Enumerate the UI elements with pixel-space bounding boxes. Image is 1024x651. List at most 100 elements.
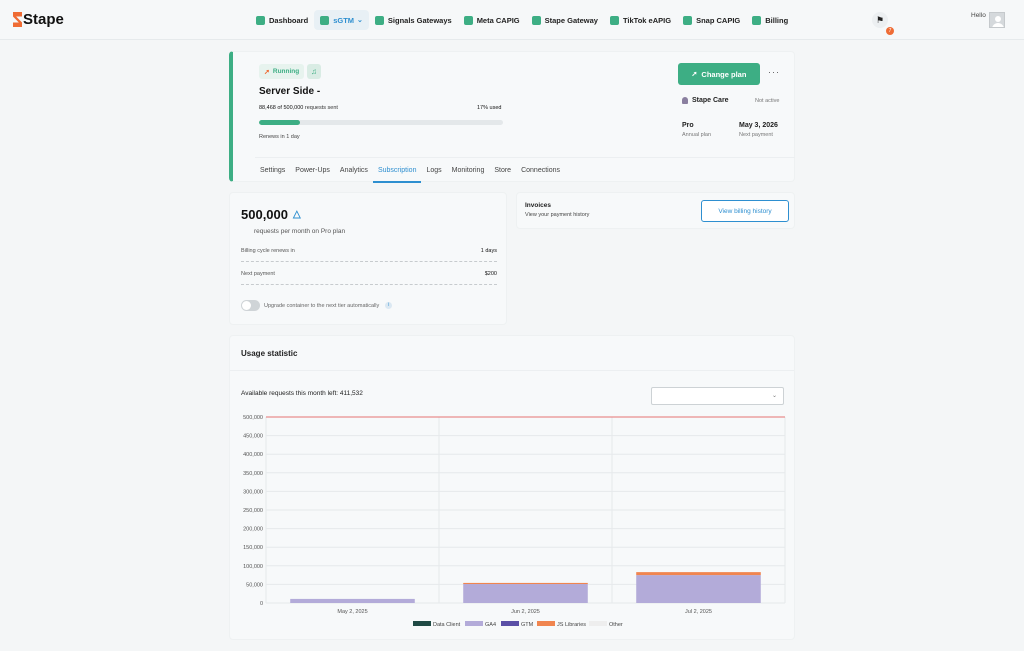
billing-cycle-row: Billing cycle renews in 1 days [241, 248, 497, 262]
y-tick-label: 250,000 [243, 508, 263, 514]
nav-item-signals-gateways[interactable]: Signals Gateways [369, 10, 458, 30]
tab-connections[interactable]: Connections [516, 158, 565, 183]
plan-period: Annual plan [682, 132, 712, 138]
nav-item-snap-capig[interactable]: Snap CAPIG [677, 10, 746, 30]
usage-statistic-card: Usage statistic Available requests this … [229, 335, 795, 640]
snap-icon [683, 15, 693, 25]
tab-store[interactable]: Store [489, 158, 516, 183]
usage-chart: 0 50,000 100,000 150,000 200,000 250,000 300,0… [243, 415, 786, 628]
usage-title: Usage statistic [241, 349, 298, 358]
nav-item-label: TikTok eAPIG [622, 15, 672, 25]
y-tick-label: 300,000 [243, 489, 263, 495]
music-note-icon[interactable]: ♫ [307, 64, 321, 79]
logo-text: Stape [23, 11, 64, 28]
tab-settings[interactable]: Settings [255, 158, 290, 183]
plan-name: Pro [682, 122, 694, 129]
nav-item-billing[interactable]: Billing [746, 10, 794, 30]
nav-item-label: Signals Gateways [387, 15, 452, 25]
view-billing-history-button[interactable]: View billing history [701, 200, 789, 222]
nav-item-label: Snap CAPIG [696, 15, 741, 25]
y-tick-label: 400,000 [243, 452, 263, 458]
period-select[interactable]: ⌄ [651, 387, 784, 405]
legend-label: JS Libraries [557, 622, 586, 628]
bar-ga4 [636, 575, 761, 603]
chevron-down-icon: ⌄ [771, 393, 777, 399]
status-label: Running [272, 68, 300, 75]
rocket-icon: ➚ [264, 68, 270, 76]
user-icon [682, 97, 688, 104]
nav-item-label: Meta CAPIG [476, 15, 520, 25]
usage-progress-bar [259, 120, 503, 125]
billing-cycle-value: 1 days [480, 248, 497, 254]
requests-suffix: requests sent [303, 105, 338, 111]
nav-item-label: Stape Gateway [544, 15, 598, 25]
billing-cycle-label: Billing cycle renews in [241, 248, 295, 254]
usage-header: Usage statistic [230, 336, 794, 371]
greeting-text: Hello [971, 12, 986, 19]
x-tick-label: May 2, 2025 [337, 609, 367, 615]
next-payment-label: Next payment [739, 132, 773, 138]
legend-swatch [413, 621, 431, 626]
legend-label: GA4 [485, 622, 496, 628]
change-plan-button[interactable]: ➚ Change plan [678, 63, 760, 85]
subscription-requests-card: 500,000 △ requests per month on Pro plan… [229, 192, 507, 325]
rocket-icon: ➚ [691, 71, 698, 78]
nav-item-dashboard[interactable]: Dashboard [250, 10, 314, 30]
nav-item-stape-gateway[interactable]: Stape Gateway [526, 10, 604, 30]
y-tick-label: 450,000 [243, 434, 263, 440]
x-tick-label: Jun 2, 2025 [511, 609, 540, 615]
tab-monitoring[interactable]: Monitoring [447, 158, 490, 183]
stape-logo[interactable]: Stape [13, 11, 64, 28]
nav-item-label: Billing [765, 15, 789, 25]
legend-label: GTM [521, 622, 534, 628]
next-payment-row-label: Next payment [241, 271, 275, 277]
main-nav: Dashboard sGTM ⌄ Signals Gateways Meta CAPIG… [250, 10, 794, 30]
nav-item-tiktok-eapig[interactable]: TikTok eAPIG [604, 10, 677, 30]
nav-item-label: sGTM [333, 15, 355, 25]
auto-upgrade-row: Upgrade container to the next tier autom… [241, 300, 393, 311]
renews-text: Renews in 1 day [259, 134, 300, 140]
stape-care-status: Not active [755, 98, 780, 104]
y-tick-label: 350,000 [243, 471, 263, 477]
tab-power-ups[interactable]: Power-Ups [290, 158, 335, 183]
auto-upgrade-toggle[interactable] [241, 300, 260, 311]
x-tick-label: Jul 2, 2025 [685, 609, 712, 615]
requests-per-month: requests per month on Pro plan [254, 228, 346, 235]
stape-care: Stape Care [682, 97, 729, 104]
y-tick-label: 500,000 [243, 415, 263, 421]
gtm-icon [320, 15, 330, 25]
signals-icon [374, 15, 384, 25]
gateway-icon [531, 15, 541, 25]
requests-count: 500,000 △ [241, 207, 301, 222]
requests-used-value: 88,468 of 500,000 [259, 105, 304, 111]
notification-badge: 7 [886, 27, 894, 35]
tab-subscription[interactable]: Subscription [372, 158, 422, 183]
container-tabs: Settings Power-Ups Analytics Subscription Lo… [255, 157, 795, 183]
dashboard-icon [256, 15, 265, 25]
nav-item-sgtm[interactable]: sGTM ⌄ [314, 10, 369, 30]
requests-number: 500,000 [241, 207, 288, 222]
stape-care-label: Stape Care [692, 97, 729, 104]
y-tick-label: 200,000 [243, 527, 263, 533]
user-avatar[interactable] [989, 12, 1005, 28]
logo-mark-icon [13, 12, 22, 27]
chevron-down-icon: ⌄ [357, 17, 363, 24]
tiktok-icon [609, 15, 619, 25]
legend-swatch [465, 621, 483, 626]
more-options-icon[interactable]: ··· [768, 67, 780, 77]
legend-swatch [501, 621, 519, 626]
nav-item-meta-capig[interactable]: Meta CAPIG [458, 10, 526, 30]
legend-swatch [589, 621, 607, 626]
tab-analytics[interactable]: Analytics [335, 158, 373, 183]
requests-sent-text: 88,468 of 500,000 requests sent [259, 105, 338, 111]
top-navigation-bar: Stape Dashboard sGTM ⌄ Signals Gateways Meta… [0, 0, 1024, 40]
y-tick-label: 50,000 [246, 582, 263, 588]
available-requests-text: Available requests this month left: 411,… [241, 390, 363, 397]
info-icon[interactable]: i [385, 302, 393, 309]
tab-logs[interactable]: Logs [421, 158, 446, 183]
notification-bell-icon[interactable]: ⚑ [872, 12, 888, 28]
nav-item-label: Dashboard [269, 15, 309, 25]
y-tick-label: 100,000 [243, 564, 263, 570]
status-badge: ➚ Running [259, 64, 305, 79]
invoices-card: Invoices View your payment history View … [516, 192, 795, 229]
